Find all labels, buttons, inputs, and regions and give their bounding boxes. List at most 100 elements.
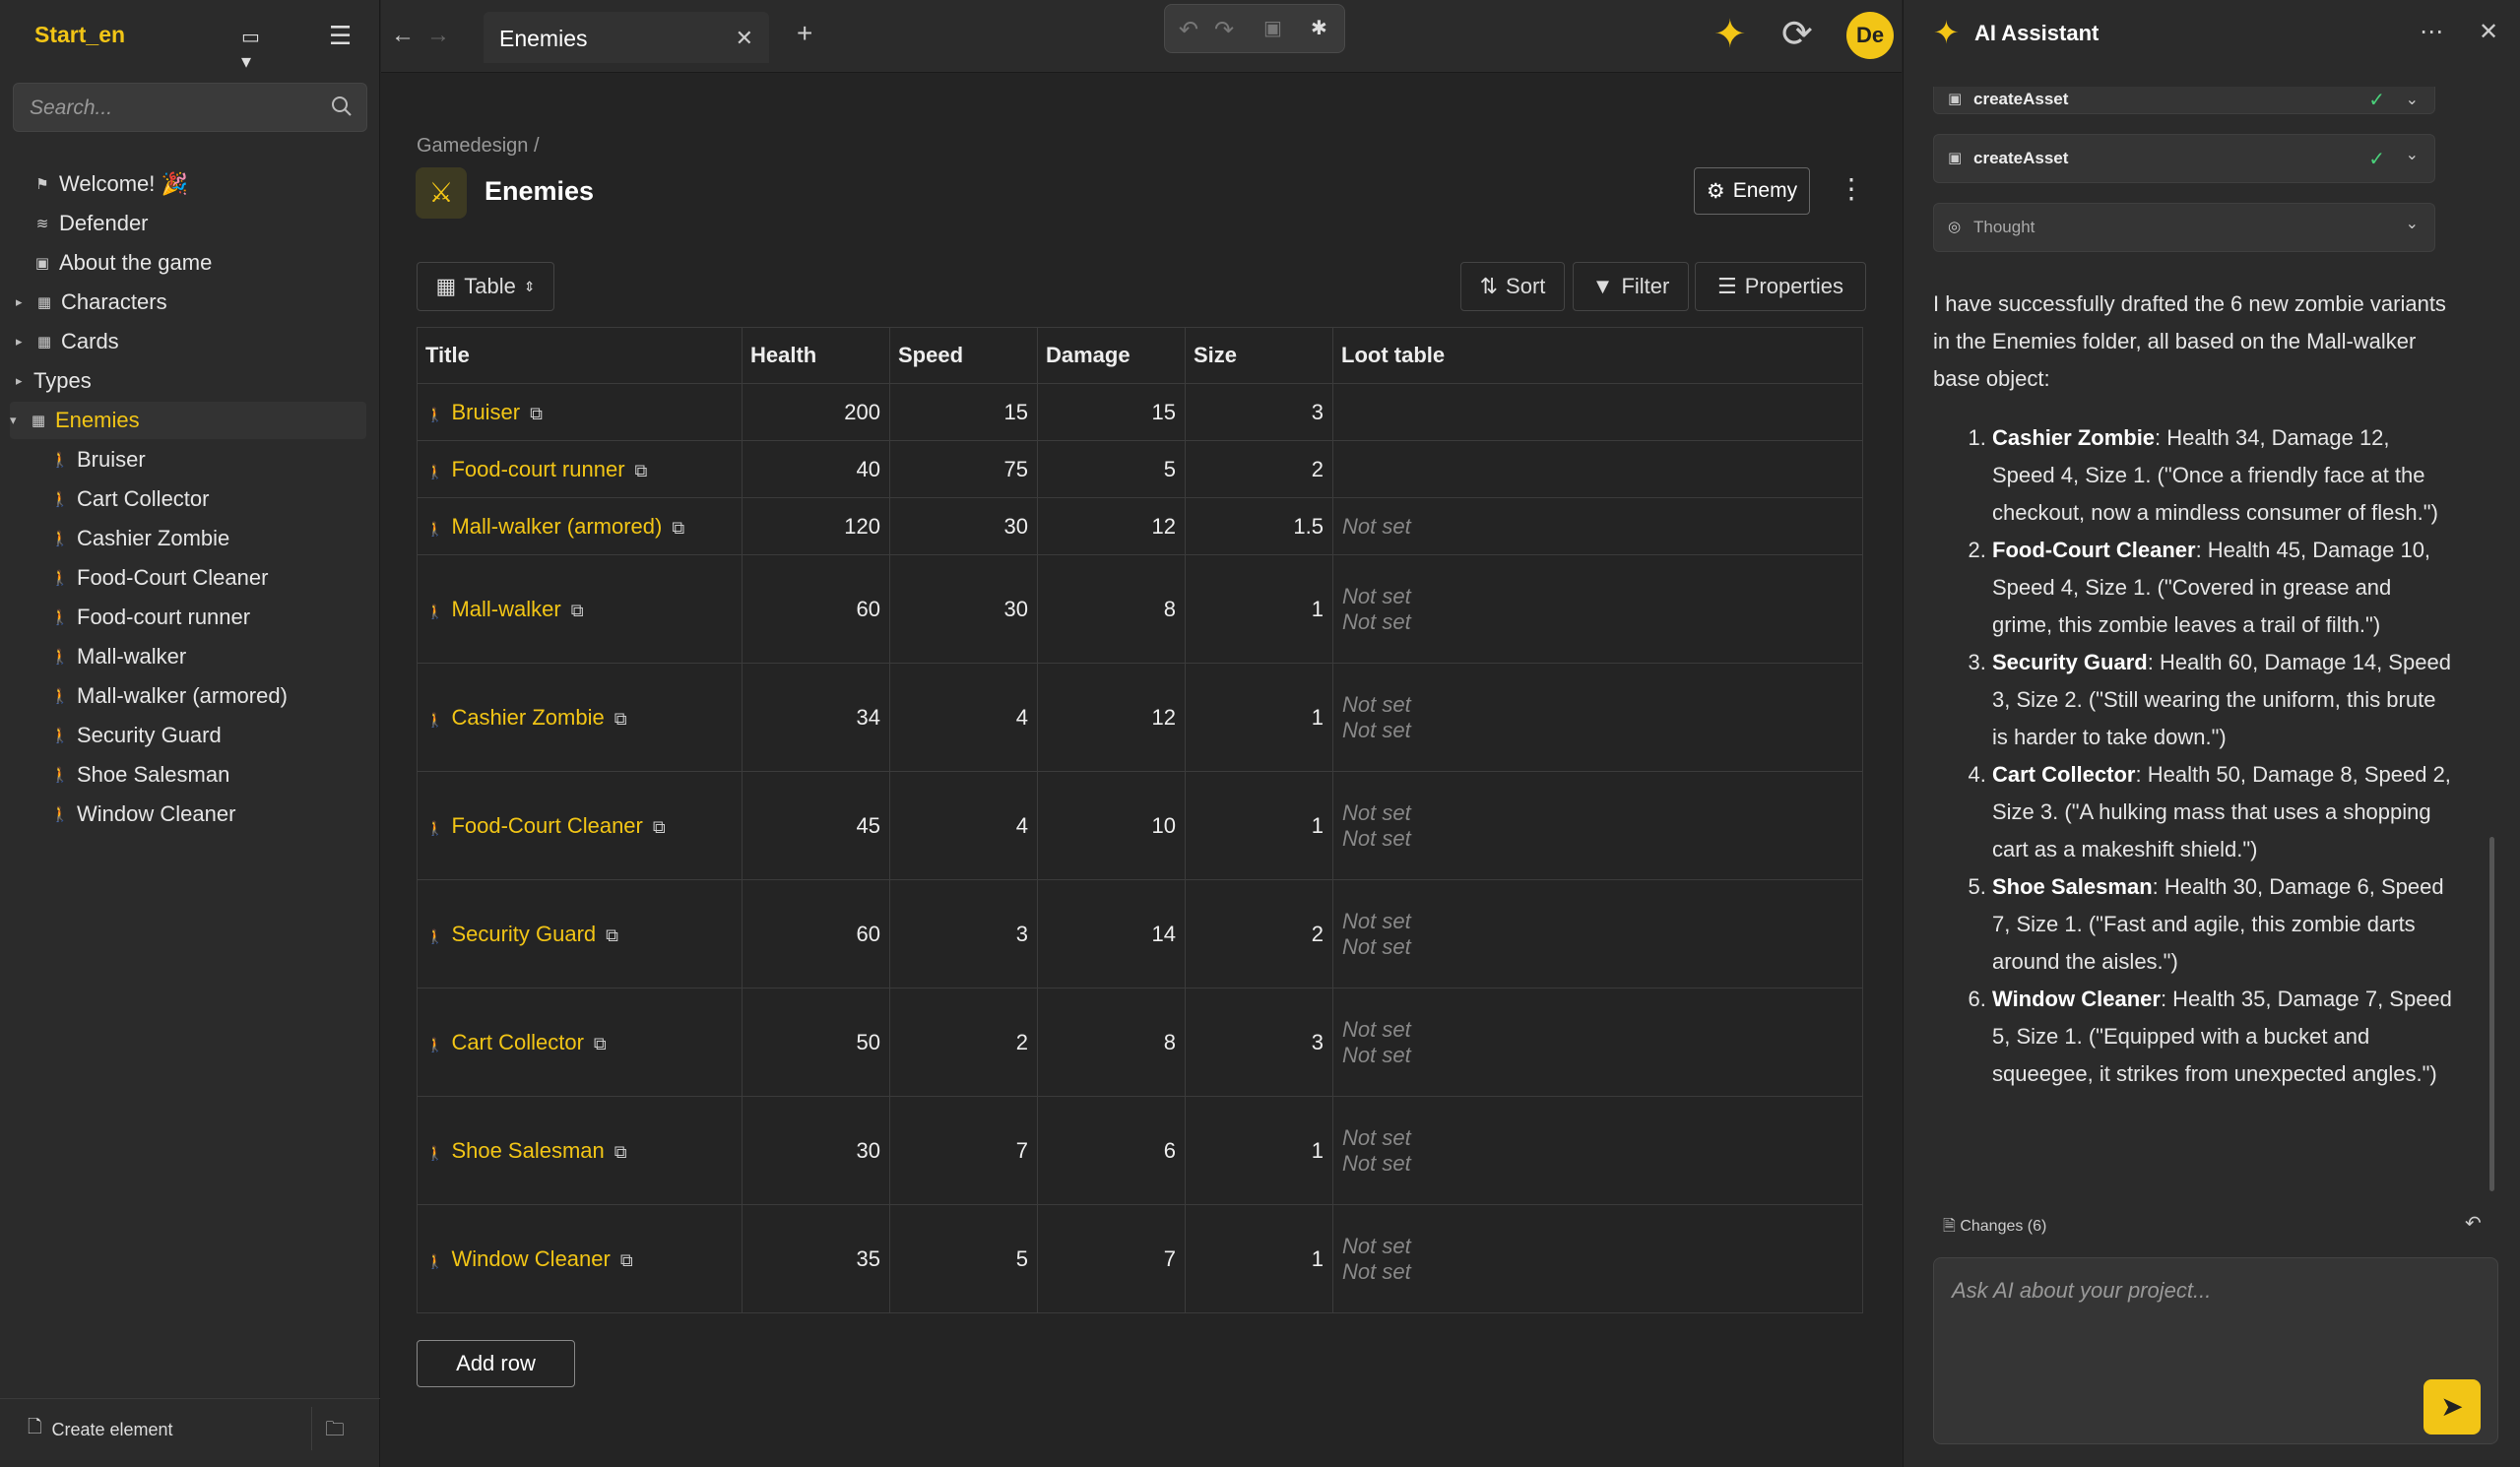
health-cell[interactable]: 35 [742, 1204, 890, 1313]
title-cell[interactable]: 🚶 Mall-walker ⧉ [417, 554, 743, 664]
ai-sparkle-icon[interactable]: ✦ [1713, 12, 1747, 57]
chevron-right-icon[interactable]: ▸ [16, 294, 30, 310]
back-arrow-icon[interactable]: ← [387, 20, 419, 51]
loot-table-cell[interactable]: Not set Not set [1332, 554, 1863, 664]
damage-cell[interactable]: 6 [1037, 1096, 1186, 1205]
open-external-icon[interactable]: ⧉ [530, 404, 543, 423]
table-row[interactable]: 🚶 Cart Collector ⧉ 50 2 8 3 Not set Not set [417, 988, 1863, 1097]
title-cell[interactable]: 🚶 Security Guard ⧉ [417, 879, 743, 989]
size-cell[interactable]: 1 [1185, 1204, 1333, 1313]
speed-cell[interactable]: 30 [889, 554, 1038, 664]
title-cell[interactable]: 🚶 Food-court runner ⧉ [417, 440, 743, 498]
more-options-icon[interactable]: ⋯ [2420, 18, 2443, 46]
table-row[interactable]: 🚶 Bruiser ⧉ 200 15 15 3 [417, 383, 1863, 441]
view-selector[interactable]: ▦ Table ⇕ [417, 262, 554, 311]
changes-label[interactable]: 🗎 Changes (6) [1943, 1215, 2046, 1242]
search-input[interactable]: Search... [13, 83, 367, 132]
speed-cell[interactable]: 15 [889, 383, 1038, 441]
sidebar-item[interactable]: 🚶 Window Cleaner [49, 796, 236, 833]
tool-call-card[interactable]: ▣ createAsset ✓ ⌄ [1933, 87, 2435, 114]
row-title-link[interactable]: Bruiser [451, 400, 520, 424]
folder-add-icon[interactable]: 🗀 [325, 1415, 358, 1444]
size-cell[interactable]: 1 [1185, 554, 1333, 664]
tool-call-card[interactable]: ▣ createAsset ✓ ⌄ [1933, 134, 2435, 183]
loot-table-cell[interactable]: Not set Not set [1332, 1096, 1863, 1205]
project-name[interactable]: Start_en [34, 22, 125, 48]
speed-cell[interactable]: 75 [889, 440, 1038, 498]
size-cell[interactable]: 3 [1185, 988, 1333, 1097]
sidebar-item[interactable]: 🚶 Cashier Zombie [49, 520, 230, 557]
undo-icon[interactable]: ↶ [1179, 16, 1198, 44]
table-row[interactable]: 🚶 Food-court runner ⧉ 40 75 5 2 [417, 440, 1863, 498]
sidebar-item[interactable]: 🚶 Food-court runner [49, 599, 250, 636]
title-cell[interactable]: 🚶 Window Cleaner ⧉ [417, 1204, 743, 1313]
damage-cell[interactable]: 15 [1037, 383, 1186, 441]
sidebar-item[interactable]: ≋ Defender [32, 205, 149, 242]
open-external-icon[interactable]: ⧉ [672, 518, 684, 538]
close-tab-icon[interactable]: ✕ [736, 26, 753, 51]
column-header[interactable]: Loot table [1332, 327, 1863, 384]
title-cell[interactable]: 🚶 Cashier Zombie ⧉ [417, 663, 743, 772]
sidebar-item[interactable]: 🚶 Food-Court Cleaner [49, 559, 269, 597]
speed-cell[interactable]: 4 [889, 771, 1038, 880]
sidebar-item[interactable]: ⚑ Welcome! 🎉 [32, 165, 188, 203]
create-element-button[interactable]: 🗋 Create element [12, 1409, 311, 1450]
hamburger-menu-icon[interactable]: ☰ [329, 21, 366, 54]
close-icon[interactable]: ✕ [2479, 18, 2498, 46]
speed-cell[interactable]: 7 [889, 1096, 1038, 1205]
damage-cell[interactable]: 12 [1037, 497, 1186, 555]
open-external-icon[interactable]: ⧉ [614, 1142, 627, 1162]
undo-icon[interactable]: ↶ [2465, 1211, 2482, 1236]
sidebar-item[interactable]: 🚶 Mall-walker [49, 638, 187, 675]
monitor-icon[interactable]: ▭ ▾ [241, 25, 275, 73]
properties-button[interactable]: ☰ Properties [1695, 262, 1866, 311]
sidebar-item[interactable]: 🚶 Cart Collector [49, 480, 210, 518]
health-cell[interactable]: 30 [742, 1096, 890, 1205]
title-cell[interactable]: 🚶 Bruiser ⧉ [417, 383, 743, 441]
size-cell[interactable]: 1.5 [1185, 497, 1333, 555]
loot-table-cell[interactable]: Not set Not set [1332, 771, 1863, 880]
open-external-icon[interactable]: ⧉ [620, 1250, 633, 1270]
row-title-link[interactable]: Cashier Zombie [451, 705, 604, 730]
health-cell[interactable]: 50 [742, 988, 890, 1097]
forward-arrow-icon[interactable]: → [422, 20, 454, 51]
sidebar-item[interactable]: ▸ ▦ Characters [16, 284, 167, 321]
column-header[interactable]: Damage [1037, 327, 1186, 384]
title-cell[interactable]: 🚶 Mall-walker (armored) ⧉ [417, 497, 743, 555]
health-cell[interactable]: 120 [742, 497, 890, 555]
loot-table-cell[interactable]: Not set [1332, 497, 1863, 555]
open-external-icon[interactable]: ⧉ [635, 461, 648, 480]
title-cell[interactable]: 🚶 Cart Collector ⧉ [417, 988, 743, 1097]
size-cell[interactable]: 1 [1185, 771, 1333, 880]
new-tab-icon[interactable]: + [797, 18, 812, 49]
column-header[interactable]: Health [742, 327, 890, 384]
damage-cell[interactable]: 5 [1037, 440, 1186, 498]
column-header[interactable]: Title [417, 327, 743, 384]
ai-prompt-input[interactable]: Ask AI about your project... ➤ [1933, 1257, 2498, 1444]
sidebar-item[interactable]: ▸ ▦ Cards [16, 323, 119, 360]
size-cell[interactable]: 2 [1185, 879, 1333, 989]
open-external-icon[interactable]: ⧉ [606, 925, 618, 945]
column-header[interactable]: Speed [889, 327, 1038, 384]
more-options-icon[interactable]: ⋮ [1838, 172, 1865, 205]
column-header[interactable]: Size [1185, 327, 1333, 384]
damage-cell[interactable]: 7 [1037, 1204, 1186, 1313]
save-icon[interactable]: ▣ [1263, 16, 1282, 40]
open-external-icon[interactable]: ⧉ [653, 817, 666, 837]
speed-cell[interactable]: 2 [889, 988, 1038, 1097]
row-title-link[interactable]: Security Guard [451, 922, 596, 946]
loot-table-cell[interactable] [1332, 383, 1863, 441]
loot-table-cell[interactable] [1332, 440, 1863, 498]
sidebar-item[interactable]: ▸ Types [16, 362, 92, 400]
table-row[interactable]: 🚶 Shoe Salesman ⧉ 30 7 6 1 Not set Not set [417, 1096, 1863, 1205]
chevron-right-icon[interactable]: ▸ [16, 334, 30, 350]
send-button[interactable]: ➤ [2423, 1379, 2481, 1435]
redo-icon[interactable]: ↷ [1214, 16, 1234, 44]
health-cell[interactable]: 60 [742, 554, 890, 664]
sidebar-item[interactable]: 🚶 Shoe Salesman [49, 756, 230, 794]
scrollbar[interactable] [2489, 837, 2494, 1191]
add-row-button[interactable]: Add row [417, 1340, 575, 1387]
open-external-icon[interactable]: ⧉ [571, 601, 584, 620]
size-cell[interactable]: 3 [1185, 383, 1333, 441]
tab-enemies[interactable]: Enemies ✕ [484, 12, 769, 63]
